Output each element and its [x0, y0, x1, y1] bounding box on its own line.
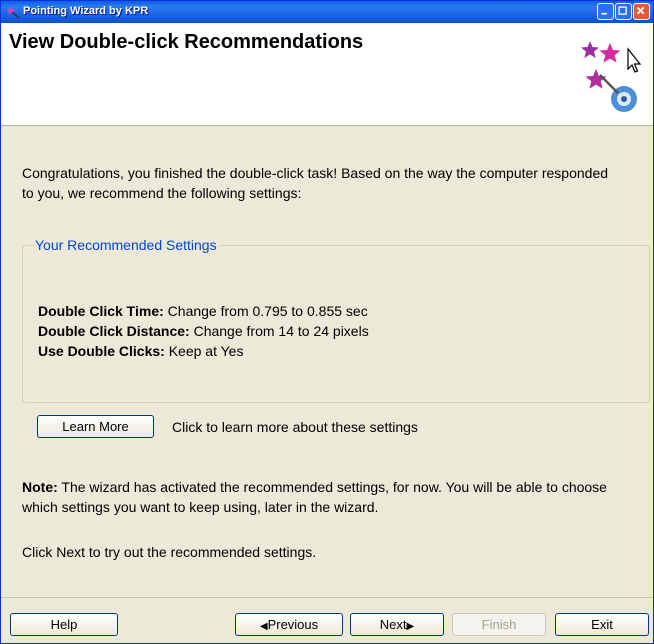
wizard-footer: Help ◀Previous Next▶ Finish Exit [1, 597, 653, 643]
setting-value: Change from 0.795 to 0.855 sec [163, 303, 368, 319]
setting-value: Keep at Yes [164, 343, 244, 359]
previous-button[interactable]: ◀Previous [235, 613, 343, 636]
wizard-content: Congratulations, you finished the double… [1, 125, 653, 595]
wizard-window: Pointing Wizard by KPR View Double-click… [0, 0, 654, 644]
arrow-left-icon: ◀ [259, 621, 268, 632]
settings-list: Double Click Time: Change from 0.795 to … [38, 301, 369, 361]
wizard-header: View Double-click Recommendations [1, 23, 653, 126]
wizard-stars-cursor-gear-icon [581, 41, 642, 112]
recommended-settings-group: Your Recommended Settings Double Click T… [22, 237, 650, 403]
next-hint-text: Click Next to try out the recommended se… [22, 544, 317, 560]
window-title: Pointing Wizard by KPR [23, 5, 149, 17]
page-title: View Double-click Recommendations [9, 31, 364, 53]
setting-double-click-distance: Double Click Distance: Change from 14 to… [38, 321, 369, 341]
setting-label: Double Click Time: [38, 303, 164, 319]
close-button[interactable] [633, 3, 650, 20]
setting-double-click-time: Double Click Time: Change from 0.795 to … [38, 301, 369, 321]
next-label: Next [379, 617, 407, 632]
exit-button[interactable]: Exit [555, 613, 649, 636]
maximize-icon [618, 6, 627, 15]
maximize-button[interactable] [615, 3, 632, 20]
wizard-app-icon [6, 6, 20, 19]
close-icon [636, 6, 645, 15]
help-button[interactable]: Help [10, 613, 118, 636]
learn-more-hint: Click to learn more about these settings [172, 419, 418, 435]
note-label: Note: [22, 479, 58, 495]
intro-text: Congratulations, you finished the double… [22, 165, 609, 201]
note-text: Note: The wizard has activated the recom… [22, 477, 642, 517]
setting-use-double-clicks: Use Double Clicks: Keep at Yes [38, 341, 369, 361]
setting-label: Double Click Distance: [38, 323, 190, 339]
setting-label: Use Double Clicks: [38, 343, 165, 359]
title-bar[interactable]: Pointing Wizard by KPR [1, 1, 653, 23]
next-button[interactable]: Next▶ [350, 613, 444, 636]
note-body: The wizard has activated the recommended… [22, 479, 607, 515]
previous-label: Previous [267, 617, 319, 632]
learn-more-button[interactable]: Learn More [37, 415, 154, 438]
finish-button[interactable]: Finish [452, 613, 546, 636]
minimize-button[interactable] [597, 3, 614, 20]
arrow-right-icon: ▶ [406, 621, 415, 632]
recommended-settings-legend: Your Recommended Settings [35, 237, 217, 253]
setting-value: Change from 14 to 24 pixels [189, 323, 369, 339]
minimize-icon [601, 12, 607, 15]
